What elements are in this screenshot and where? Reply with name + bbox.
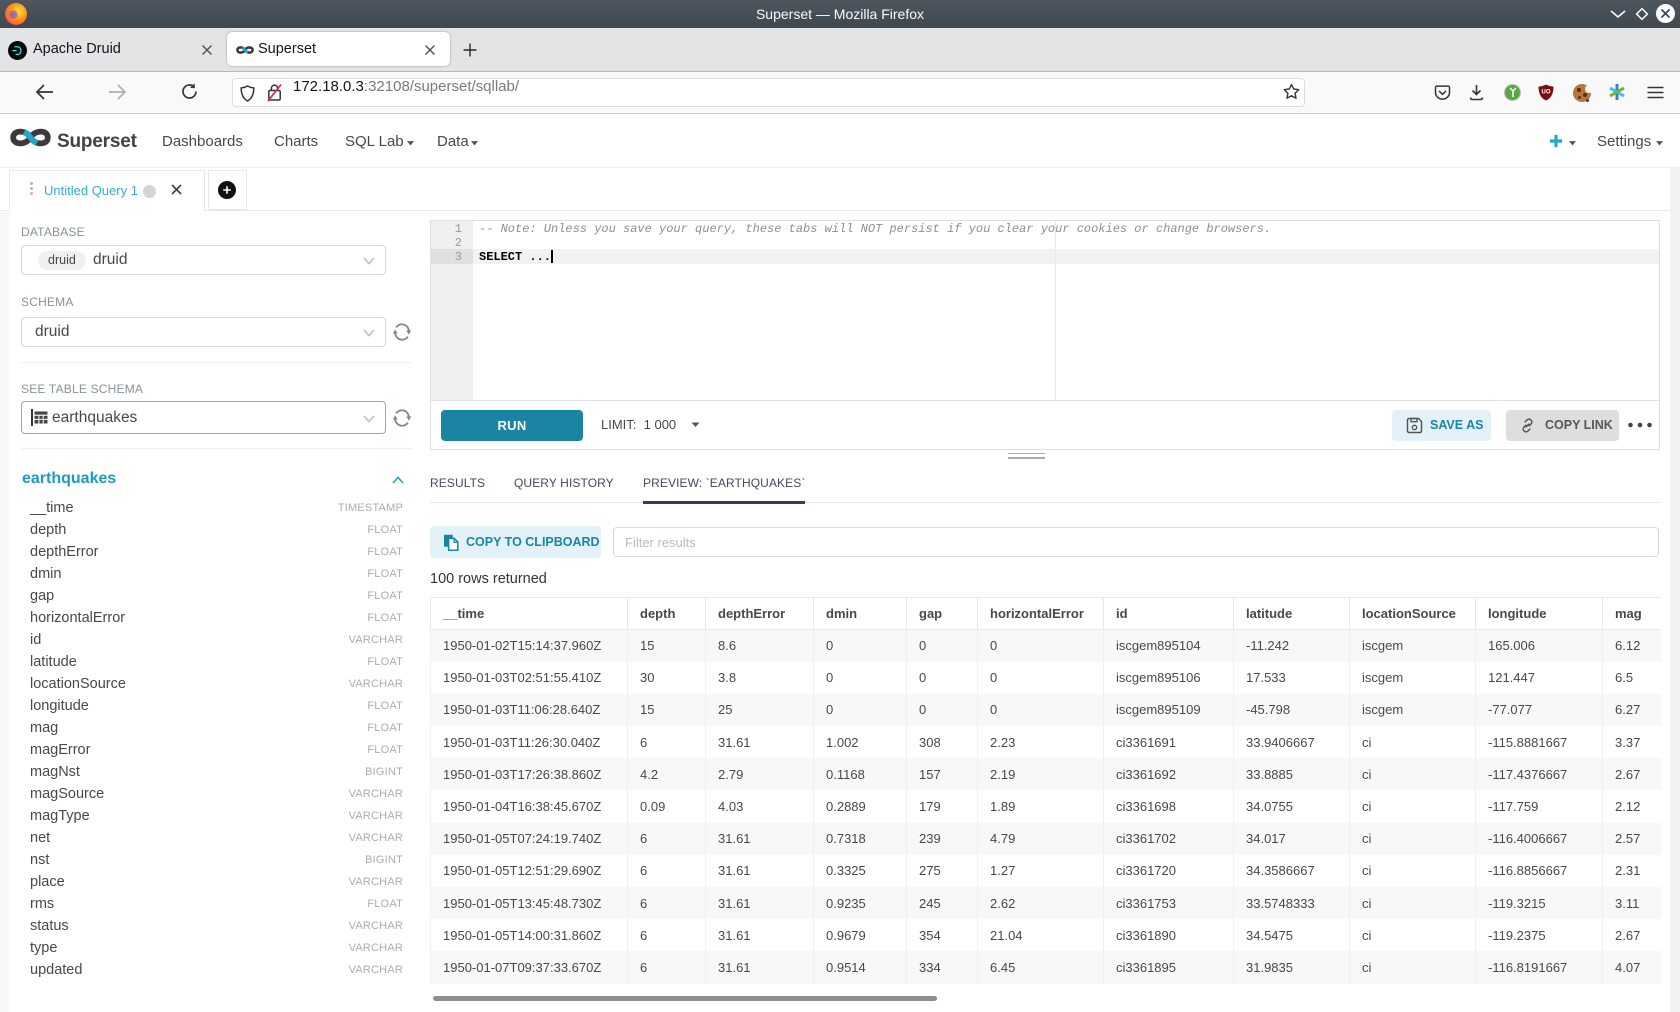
svg-text:UO: UO (1542, 90, 1551, 96)
